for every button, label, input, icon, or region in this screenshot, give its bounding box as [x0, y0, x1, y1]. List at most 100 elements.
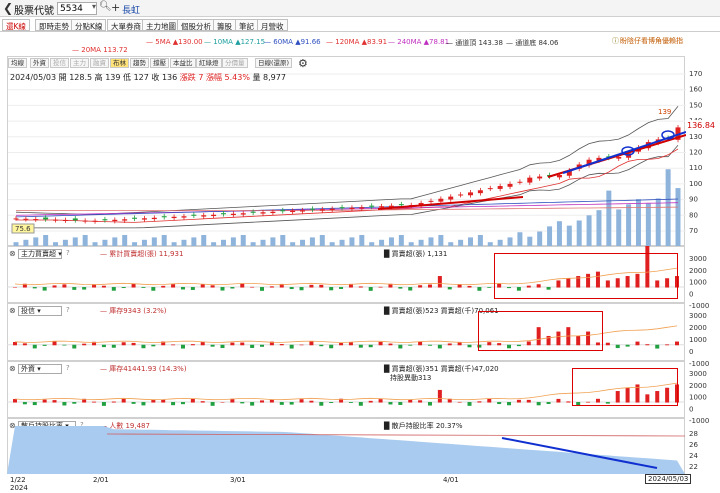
flow-bar — [348, 402, 353, 403]
flow-bar — [82, 287, 87, 290]
flow-bar — [487, 287, 492, 288]
tutorial-link[interactable]: 盼陰仔看博角優賴指 — [620, 36, 683, 46]
flow-bar — [447, 287, 452, 290]
candle-body — [329, 208, 335, 211]
flow-tick: 0 — [689, 405, 693, 413]
flow-bar — [131, 283, 136, 288]
info-change-label: 漲跌 — [179, 73, 196, 82]
flow-tick: 1000 — [689, 279, 707, 287]
flow-bar — [398, 287, 403, 289]
flow-bar — [418, 285, 423, 288]
flow-bar — [72, 287, 77, 290]
indicator-tab-2[interactable]: 投信 — [50, 58, 69, 68]
flow-bar — [467, 285, 472, 288]
candle-body — [201, 215, 207, 217]
flow-bar — [13, 399, 17, 403]
tab-5[interactable]: 個股分析 — [177, 19, 215, 31]
volume-bar — [517, 232, 523, 247]
flow-bar — [329, 344, 334, 349]
flow-bar — [378, 286, 383, 288]
candle-body — [43, 217, 49, 220]
ma-legend-item: — 通道頂 143.38 — [446, 38, 503, 48]
search-icon[interactable]: 🔍︎ — [99, 1, 112, 12]
flow-bar — [52, 341, 57, 346]
flow-bar — [358, 286, 363, 288]
flow-bar — [141, 344, 146, 349]
tab-4[interactable]: 主力地圖 — [142, 19, 180, 31]
volume-bar — [665, 169, 671, 247]
flow-bar — [457, 401, 462, 403]
add-icon[interactable]: + — [111, 1, 120, 14]
flow-tick: -1000 — [689, 302, 709, 310]
indicator-tab-1[interactable]: 外資 — [30, 58, 49, 68]
candle-body — [497, 186, 503, 189]
tab-8[interactable]: 月營收 — [257, 19, 288, 31]
flow-bar — [260, 344, 265, 347]
indicator-tab-9[interactable]: 紅綠燈 — [196, 58, 222, 68]
flow-bar — [161, 399, 166, 403]
dropdown-arrow-icon[interactable]: ▾ — [92, 2, 96, 11]
candle-body — [379, 206, 385, 208]
candle-body — [260, 212, 266, 214]
title-bar: ❮ 股票代號 ▾ 🔍︎ + 長虹 — [0, 0, 720, 17]
flow-bar — [151, 344, 156, 347]
flow-bar — [260, 400, 265, 403]
volume-bar — [675, 188, 681, 247]
stock-code-input[interactable] — [57, 2, 97, 15]
flow-bar — [408, 287, 413, 291]
tab-7[interactable]: 筆記 — [235, 19, 258, 31]
ma-value: 240MA ▲78.81 — [397, 38, 450, 46]
gear-icon[interactable]: ⚙ — [298, 57, 308, 70]
volume-bar — [616, 209, 622, 247]
flow-bar — [467, 402, 472, 406]
ma-value: 通道頂 143.38 — [455, 39, 503, 47]
ma-legend-item: — 120MA ▲83.91 — [326, 38, 387, 46]
flow-bar — [52, 285, 57, 288]
value-axis: 170160150140130120110100908070136.843000… — [685, 70, 720, 471]
tab-bar: 還K線 即時走勢 分點K線 大單券商 主力地圖 個股分析 籌股 筆記 月營收 — [0, 18, 720, 32]
ma240-line — [15, 202, 679, 216]
flow-bar — [72, 402, 77, 404]
info-open: 128.5 — [69, 73, 93, 82]
flow-bar — [121, 287, 126, 289]
indicator-tab-11[interactable]: 日線(還原) — [255, 58, 293, 68]
flow-bar — [339, 343, 344, 346]
indicator-tab-7[interactable]: 撐壓 — [150, 58, 169, 68]
candle-body — [141, 218, 147, 220]
flow-tick: 3000 — [689, 255, 707, 263]
candle-body — [270, 211, 276, 214]
indicator-tab-6[interactable]: 趨勢 — [130, 58, 149, 68]
current-date-marker: 2024/05/03 — [645, 474, 692, 484]
price-tick: 130 — [689, 133, 702, 141]
date-label: 2/01 — [93, 476, 109, 484]
info-high: 139 — [105, 73, 121, 82]
indicator-tab-5[interactable]: 布林 — [110, 58, 129, 68]
flow-bar — [42, 399, 47, 403]
flow-bar — [220, 344, 225, 349]
back-arrow-icon[interactable]: ❮ — [3, 1, 13, 15]
indicator-tab-10[interactable]: 分價量 — [222, 58, 248, 68]
flow-bar — [655, 344, 660, 349]
info-icon[interactable]: ⓘ — [612, 36, 619, 46]
upper-band-line — [15, 106, 679, 215]
tab-3[interactable]: 大單券商 — [107, 19, 145, 31]
indicator-tab-8[interactable]: 本益比 — [170, 58, 196, 68]
tab-1[interactable]: 即時走勢 — [35, 19, 73, 31]
indicator-tab-3[interactable]: 主力 — [70, 58, 89, 68]
tab-6[interactable]: 籌股 — [213, 19, 236, 31]
flow-bar — [220, 402, 225, 403]
flow-bar — [615, 344, 620, 349]
last-price-label: 136.84 — [687, 121, 715, 130]
indicator-tab-0[interactable]: 均線 — [8, 58, 27, 68]
flow-bar — [497, 402, 502, 405]
ma-swatch: — — [326, 38, 336, 46]
candle-body — [132, 217, 138, 219]
flow-tick: 2000 — [689, 382, 707, 390]
tab-0[interactable]: 還K線 — [2, 19, 30, 31]
panel-chart — [7, 426, 685, 474]
indicator-tab-4[interactable]: 融資 — [90, 58, 109, 68]
flow-tick: -1000 — [689, 360, 709, 368]
tab-2[interactable]: 分點K線 — [71, 19, 107, 31]
flow-bar — [388, 343, 393, 346]
flow-bar — [92, 401, 97, 403]
